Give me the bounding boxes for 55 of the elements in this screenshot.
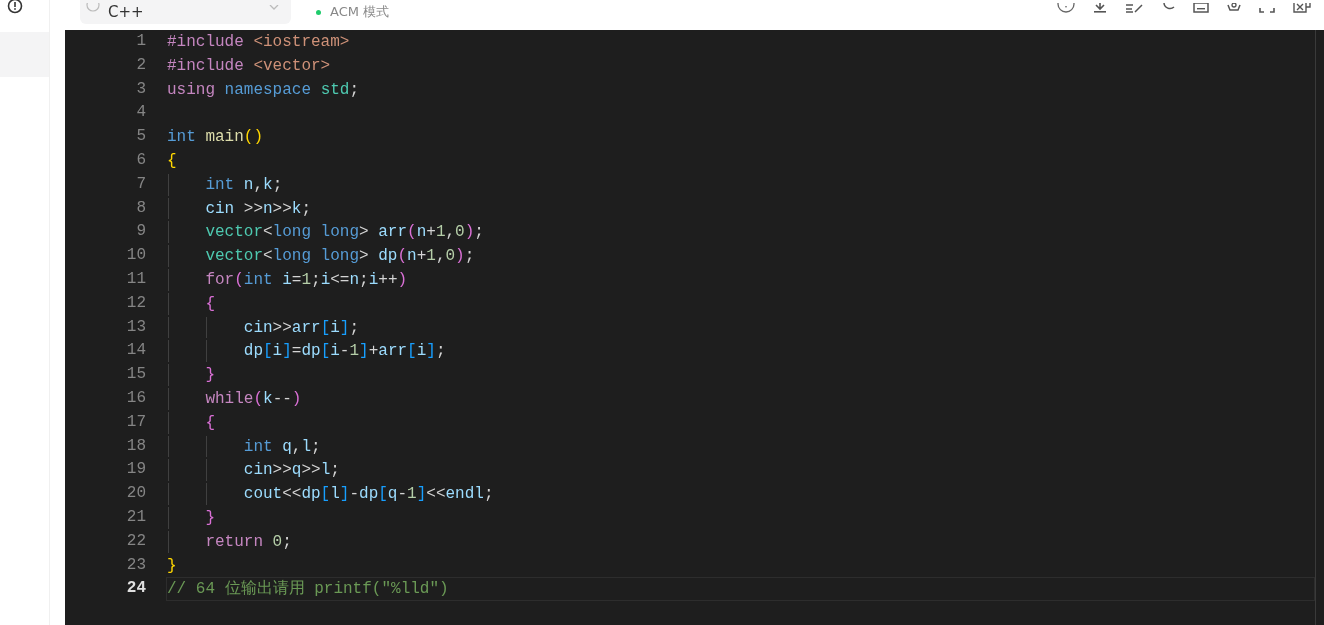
code-line: for(int i=1;i<=n;i++) — [205, 270, 408, 289]
code-line: cin>>q>>l; — [243, 461, 340, 480]
line-number: 22 — [125, 530, 146, 552]
code-line: { — [205, 413, 215, 432]
code-line: cin>>arr[i]; — [243, 318, 360, 337]
code-line: int q,l; — [243, 437, 321, 456]
line-number: 3 — [135, 78, 146, 100]
format-icon[interactable] — [1125, 3, 1145, 13]
line-number: 12 — [125, 292, 146, 314]
code-line: cout<<dp[l]-dp[q-1]<<endl; — [243, 485, 494, 504]
code-line: while(k--) — [205, 389, 302, 408]
code-line: } — [205, 508, 215, 527]
download-icon[interactable] — [1092, 3, 1108, 13]
caret-icon — [269, 5, 279, 11]
code-line: { — [205, 294, 215, 313]
code-line: #include <vector> — [167, 56, 331, 75]
code-line: vector<long long> dp(n+1,0); — [205, 247, 475, 266]
line-number: 13 — [125, 316, 146, 338]
line-number: 6 — [135, 150, 146, 171]
line-number: 7 — [135, 173, 146, 195]
code-line: #include <iostream> — [167, 33, 350, 51]
code-line: dp[i]=dp[i-1]+arr[i]; — [243, 342, 446, 361]
line-number: 17 — [125, 411, 146, 433]
line-number: 23 — [125, 554, 146, 576]
alert-icon[interactable] — [7, 0, 23, 16]
code-line: return 0; — [205, 532, 292, 551]
mode-label: ACM 模式 — [316, 3, 390, 21]
line-number: 21 — [125, 506, 146, 528]
line-number: 15 — [125, 364, 146, 386]
code-line: } — [167, 556, 177, 575]
line-number: 2 — [135, 54, 146, 76]
language-dropdown[interactable]: C++ — [80, 0, 291, 24]
line-number: 10 — [125, 245, 146, 267]
line-number: 14 — [125, 340, 146, 362]
close-icon[interactable] — [1292, 3, 1312, 13]
code-line: int n,k; — [205, 175, 283, 194]
line-number: 16 — [125, 387, 146, 409]
code-line: vector<long long> arr(n+1,0); — [205, 223, 484, 242]
code-line: using namespace std; — [167, 80, 360, 99]
line-number: 24 — [125, 578, 146, 600]
code-line: { — [167, 152, 177, 170]
code-line: int main() — [167, 128, 263, 147]
line-number: 9 — [135, 221, 146, 243]
line-number: 18 — [125, 435, 146, 457]
code-line: // 64 位输出请用 printf("%lld") — [167, 580, 449, 599]
line-number: 5 — [135, 126, 146, 148]
line-number: 4 — [135, 102, 146, 124]
line-number: 8 — [135, 197, 146, 219]
line-number: 19 — [125, 459, 146, 481]
line-number: 11 — [125, 268, 146, 290]
keyboard-icon[interactable] — [1193, 3, 1209, 13]
line-number: 20 — [125, 483, 146, 505]
code-line: } — [205, 366, 215, 385]
code-line: cin >>n>>k; — [205, 199, 312, 218]
line-number: 1 — [135, 31, 146, 52]
